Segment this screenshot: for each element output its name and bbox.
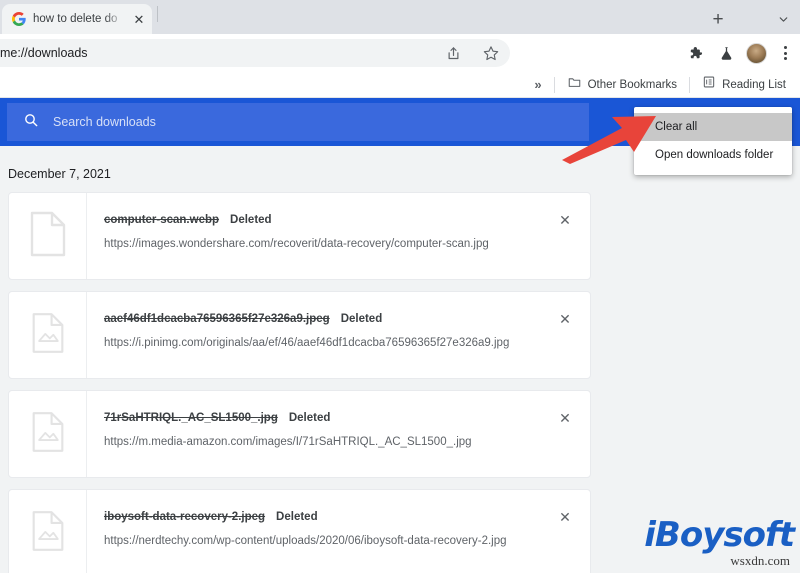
download-status: Deleted — [288, 412, 331, 424]
tab-strip: how to delete do ✕ + — [0, 0, 800, 34]
bookmarks-divider — [553, 76, 555, 93]
download-name-line: iboysoft-data-recovery-2.jpeg Deleted — [104, 511, 590, 523]
reading-list-icon — [702, 75, 716, 94]
browser-tab[interactable]: how to delete do ✕ — [2, 4, 152, 34]
download-info: computer-scan.webp Deleted https://image… — [87, 193, 590, 279]
google-g-icon — [12, 12, 26, 26]
share-icon[interactable] — [442, 42, 464, 64]
download-name-line: 71rSaHTRIQL._AC_SL1500_.jpg Deleted — [104, 412, 590, 424]
download-filename[interactable]: 71rSaHTRIQL._AC_SL1500_.jpg — [104, 412, 278, 424]
watermark: iBoysoft wsxdn.com — [644, 515, 795, 569]
download-icon-column — [9, 391, 87, 477]
download-filename[interactable]: aaef46df1dcacba76596365f27e326a9.jpeg — [104, 313, 330, 325]
search-placeholder: Search downloads — [53, 115, 156, 129]
download-name-line: aaef46df1dcacba76596365f27e326a9.jpeg De… — [104, 313, 590, 325]
folder-icon — [567, 75, 582, 94]
puzzle-piece-icon[interactable] — [684, 42, 706, 64]
iboysoft-logo: iBoysoft — [644, 515, 795, 555]
download-status: Deleted — [276, 511, 318, 523]
red-arrow-annotation — [560, 104, 668, 169]
generic-document-icon — [29, 211, 67, 262]
download-url[interactable]: https://images.wondershare.com/recoverit… — [104, 238, 590, 250]
star-icon[interactable] — [480, 42, 502, 64]
download-remove-icon[interactable]: ✕ — [554, 506, 576, 528]
search-input[interactable]: Search downloads — [7, 103, 589, 141]
download-status: Deleted — [340, 313, 383, 325]
download-item[interactable]: iboysoft-data-recovery-2.jpeg Deleted ht… — [8, 489, 591, 573]
jpeg-document-icon — [31, 510, 65, 557]
download-item[interactable]: aaef46df1dcacba76596365f27e326a9.jpeg De… — [8, 291, 591, 379]
download-url[interactable]: https://nerdtechy.com/wp-content/uploads… — [104, 535, 590, 547]
new-tab-button[interactable]: + — [705, 6, 731, 32]
download-icon-column — [9, 292, 87, 378]
tab-title: how to delete do — [33, 13, 118, 25]
jpeg-document-icon — [31, 411, 65, 458]
download-info: 71rSaHTRIQL._AC_SL1500_.jpg Deleted http… — [87, 391, 590, 477]
download-name-line: computer-scan.webp Deleted — [104, 214, 590, 226]
bookmarks-left-stub — [0, 76, 22, 94]
bookmark-label: Reading List — [722, 78, 786, 91]
omnibox-actions — [434, 39, 510, 67]
download-info: aaef46df1dcacba76596365f27e326a9.jpeg De… — [87, 292, 590, 378]
download-icon-column — [9, 193, 87, 279]
watermark-subtitle: wsxdn.com — [730, 553, 790, 568]
bookmark-label: Other Bookmarks — [587, 78, 678, 91]
download-remove-icon[interactable]: ✕ — [554, 209, 576, 231]
downloads-date-group: December 7, 2021 — [8, 167, 111, 181]
three-dot-menu-icon[interactable] — [776, 42, 794, 64]
tab-divider — [157, 5, 158, 22]
bookmark-reading-list[interactable]: Reading List — [694, 73, 794, 96]
bookmarks-overflow-button[interactable]: » — [526, 77, 549, 92]
download-filename[interactable]: computer-scan.webp — [104, 214, 219, 226]
browser-toolbar: me://downloads — [0, 34, 800, 72]
search-icon — [23, 112, 39, 133]
address-bar[interactable]: me://downloads — [0, 39, 494, 67]
download-info: iboysoft-data-recovery-2.jpeg Deleted ht… — [87, 490, 590, 573]
bookmark-other-bookmarks[interactable]: Other Bookmarks — [559, 73, 685, 96]
tab-close-icon[interactable]: ✕ — [132, 12, 146, 26]
jpeg-document-icon — [31, 312, 65, 359]
chevron-down-icon[interactable] — [772, 8, 794, 30]
download-item[interactable]: computer-scan.webp Deleted https://image… — [8, 192, 591, 280]
bookmarks-bar: » Other Bookmarks Reading List — [0, 72, 800, 98]
download-remove-icon[interactable]: ✕ — [554, 308, 576, 330]
download-url[interactable]: https://i.pinimg.com/originals/aa/ef/46/… — [104, 337, 590, 349]
download-url[interactable]: https://m.media-amazon.com/images/I/71rS… — [104, 436, 590, 448]
downloads-list: computer-scan.webp Deleted https://image… — [8, 192, 591, 573]
browser-window: how to delete do ✕ + me://downloads » Ot… — [0, 0, 800, 573]
bookmarks-divider-2 — [689, 76, 691, 93]
download-status: Deleted — [230, 214, 272, 226]
address-bar-value: me://downloads — [0, 46, 88, 60]
download-icon-column — [9, 490, 87, 573]
downloads-body: December 7, 2021 computer-scan.webp Dele… — [0, 146, 800, 573]
flask-icon[interactable] — [715, 42, 737, 64]
download-filename[interactable]: iboysoft-data-recovery-2.jpeg — [104, 511, 265, 523]
toolbar-right-actions — [684, 39, 794, 67]
download-remove-icon[interactable]: ✕ — [554, 407, 576, 429]
download-item[interactable]: 71rSaHTRIQL._AC_SL1500_.jpg Deleted http… — [8, 390, 591, 478]
avatar[interactable] — [746, 42, 767, 64]
